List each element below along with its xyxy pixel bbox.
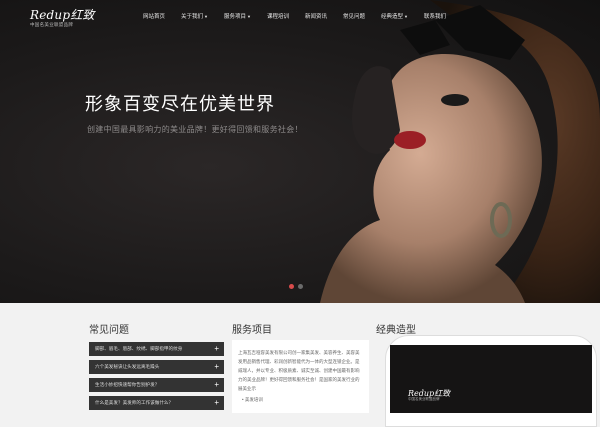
menu-item-faq[interactable]: 常见问题 [335,12,373,20]
menu-item-home[interactable]: 网站首页 [135,12,173,20]
menu-item-services[interactable]: 服务项目▼ [216,12,259,20]
slider-dot-2[interactable] [298,284,303,289]
faq-item[interactable]: 脚部、眉毛、唇部、纹绣、脚部指甲的纹身 + [89,342,224,356]
services-bullet[interactable]: • 美发培训 [232,393,369,403]
services-panel: 上海瓦吉哑容美发有限公司创一家集美发、美容养生、美容美发用品销售代理、彩润创新智… [232,340,369,413]
faq-item[interactable]: 什么是美发？美发师的工作该做什么？ + [89,396,224,410]
plus-icon: + [214,380,219,389]
services-description: 上海瓦吉哑容美发有限公司创一家集美发、美容养生、美容美发用品销售代理、彩润创新智… [238,350,360,391]
site-logo[interactable]: Redup红致 中国名美业联盟品牌 [30,6,95,28]
plus-icon: + [214,362,219,371]
top-navigation: Redup红致 中国名美业联盟品牌 网站首页 关于我们▼ 服务项目▼ 课程培训 … [0,0,600,32]
phone-screen [390,345,592,413]
menu-item-news[interactable]: 新闻资讯 [297,12,335,20]
chevron-down-icon: ▼ [204,14,208,19]
logo-text: Redup红致 [30,8,95,22]
slider-dots [289,284,303,289]
menu-item-styles[interactable]: 经典造型▼ [373,12,416,20]
menu-item-courses[interactable]: 课程培训 [259,12,297,20]
plus-icon: + [214,398,219,407]
gallery-title: 经典造型 [376,325,416,336]
phone-logo-tagline: 中国名美业联盟品牌 [408,397,440,401]
hero-banner: Redup红致 中国名美业联盟品牌 网站首页 关于我们▼ 服务项目▼ 课程培训 … [0,0,600,303]
main-menu: 网站首页 关于我们▼ 服务项目▼ 课程培训 新闻资讯 常见问题 经典造型▼ 联系… [135,12,454,20]
faq-item[interactable]: 六个美发秘诀让头发远离毛躁头 + [89,360,224,374]
hero-model-image [320,0,600,303]
faq-title: 常见问题 [89,325,129,336]
chevron-down-icon: ▼ [404,14,409,19]
chevron-down-icon: ▼ [247,14,251,19]
faq-item[interactable]: 生活小妙招快速帮你告别护发？ + [89,378,224,392]
services-title: 服务项目 [232,325,272,336]
slider-dot-1[interactable] [289,284,294,289]
plus-icon: + [214,344,219,353]
menu-item-contact[interactable]: 联系我们 [416,12,454,20]
faq-list: 脚部、眉毛、唇部、纹绣、脚部指甲的纹身 + 六个美发秘诀让头发远离毛躁头 + 生活小… [89,342,224,414]
hero-subtitle: 创建中国最具影响力的美业品牌！更好得回馈和服务社会！ [87,125,303,134]
hero-title: 形象百变尽在优美世界 [85,94,275,115]
menu-item-about[interactable]: 关于我们▼ [173,12,216,20]
